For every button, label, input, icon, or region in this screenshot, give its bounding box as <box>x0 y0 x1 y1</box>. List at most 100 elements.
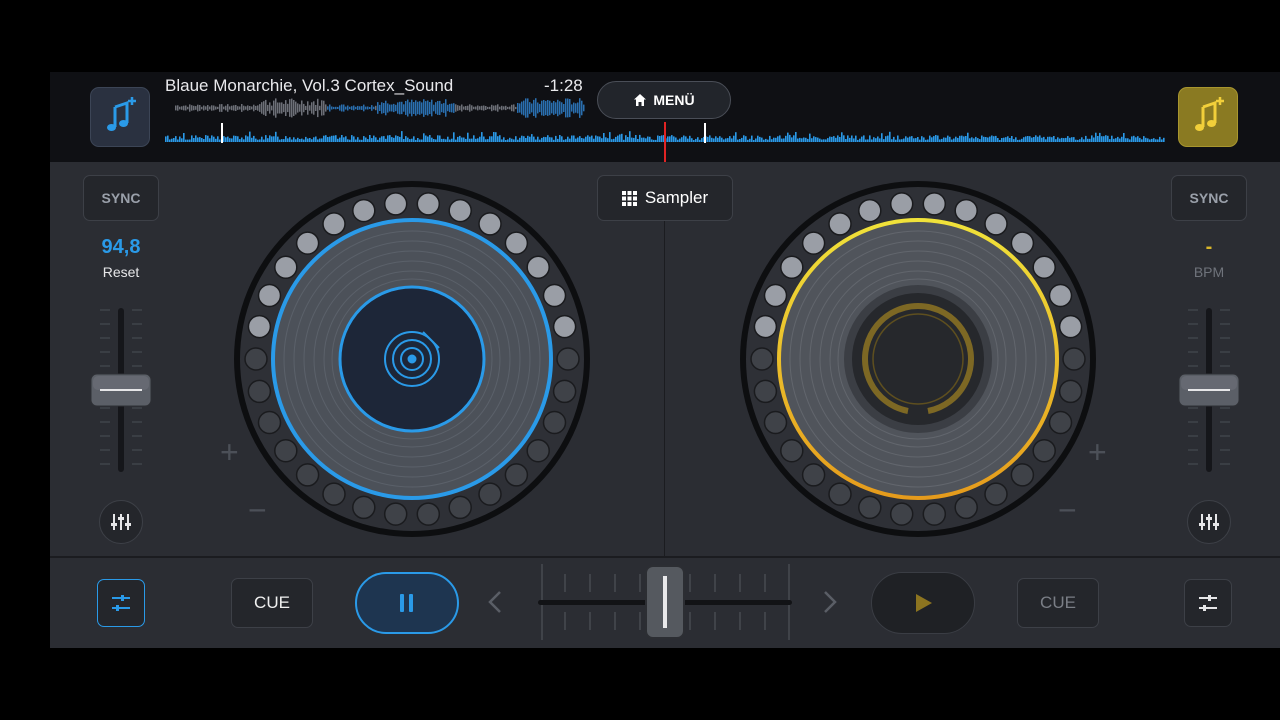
waveform-bar <box>707 136 709 142</box>
waveform-bar <box>513 104 515 112</box>
waveform-bar <box>643 137 645 142</box>
waveform-bar <box>373 135 375 142</box>
pitch-minus-right-icon[interactable]: − <box>1058 494 1077 526</box>
waveform-bar <box>203 105 205 111</box>
waveform-bar <box>675 137 677 142</box>
grip-bump <box>954 495 978 520</box>
waveform-bar <box>719 136 721 142</box>
waveform-bar <box>979 139 981 142</box>
waveform-bar <box>1019 139 1021 142</box>
waveform-bar <box>379 137 381 142</box>
top-bar: Blaue Monarchie, Vol.3 Cortex_Sound -1:2… <box>50 72 1280 162</box>
grip-bump <box>780 438 804 463</box>
waveform-bar <box>1067 136 1069 142</box>
waveform-bar <box>1123 133 1125 142</box>
eq-right-button[interactable] <box>1187 500 1231 544</box>
waveform-bar <box>445 139 447 142</box>
waveform-bar <box>333 106 335 110</box>
crossfader-handle[interactable] <box>645 565 685 639</box>
waveform-bar <box>797 138 799 142</box>
waveform-bar <box>263 101 265 115</box>
waveform-bar <box>195 106 197 110</box>
fx-right-button[interactable] <box>1184 579 1232 627</box>
grip-bump <box>322 212 346 236</box>
waveform-bar <box>315 136 317 142</box>
waveform-bar <box>255 105 257 110</box>
waveform-bar <box>947 135 949 142</box>
pitch-fader-right[interactable] <box>1178 304 1240 476</box>
turntable-right[interactable] <box>739 180 1097 538</box>
waveform-bar <box>357 105 359 110</box>
cue-right-button[interactable]: CUE <box>1017 578 1099 628</box>
waveform-bar <box>1063 138 1065 142</box>
sampler-button[interactable]: Sampler <box>597 175 733 221</box>
grip-bump <box>858 495 882 520</box>
waveform-bar <box>351 135 353 142</box>
waveform-bar <box>1035 135 1037 142</box>
track-overview-waveform[interactable] <box>175 98 585 118</box>
waveform-bar <box>457 105 459 111</box>
fx-left-button[interactable] <box>97 579 145 627</box>
waveform-bar <box>371 138 373 142</box>
waveform-bar <box>543 100 545 116</box>
play-right-button[interactable] <box>871 572 975 634</box>
waveform-bar <box>409 102 411 114</box>
turntable-left[interactable] <box>233 180 591 538</box>
waveform-bar <box>575 138 577 142</box>
waveform-bar <box>589 136 591 142</box>
waveform-bar <box>505 105 507 111</box>
waveform-bar <box>521 135 523 142</box>
waveform-bar <box>519 103 521 113</box>
menu-button[interactable]: MENÜ <box>597 81 731 119</box>
eq-left-button[interactable] <box>99 500 143 544</box>
waveform-bar <box>485 106 487 110</box>
waveform-bar <box>757 135 759 142</box>
waveform-bar <box>811 138 813 142</box>
waveform-bar <box>985 137 987 142</box>
waveform-bar <box>903 138 905 142</box>
waveform-bar <box>439 100 441 115</box>
waveform-bar <box>469 104 471 112</box>
waveform-bar <box>733 135 735 142</box>
bpm-reset-left-button[interactable]: Reset <box>83 264 159 280</box>
waveform-bar <box>385 138 387 142</box>
waveform-bar <box>851 135 853 142</box>
pause-left-button[interactable] <box>355 572 459 634</box>
add-track-left-button[interactable] <box>90 87 150 147</box>
cue-left-button[interactable]: CUE <box>231 578 313 628</box>
waveform-bar <box>609 132 611 142</box>
grip-bump <box>780 255 804 280</box>
waveform-bar <box>761 137 763 142</box>
waveform-bar <box>355 139 357 142</box>
waveform-bar <box>277 136 279 142</box>
waveform-bar <box>727 138 729 142</box>
waveform-bar <box>335 135 337 142</box>
chevron-left-icon[interactable] <box>488 591 501 613</box>
chevron-right-icon[interactable] <box>824 591 837 613</box>
waveform-bar <box>479 136 481 142</box>
waveform-playhead <box>664 122 666 162</box>
waveform-bar <box>1043 136 1045 142</box>
waveform-bar <box>241 137 243 142</box>
waveform-bar <box>411 138 413 142</box>
waveform-bar <box>403 139 405 142</box>
waveform-bar <box>387 135 389 142</box>
waveform-bar <box>245 106 247 110</box>
add-track-right-button[interactable] <box>1178 87 1238 147</box>
sync-left-button[interactable]: SYNC <box>83 175 159 221</box>
sync-right-button[interactable]: SYNC <box>1171 175 1247 221</box>
pitch-handle-right[interactable] <box>1178 373 1240 407</box>
waveform-bar <box>169 139 171 142</box>
pitch-fader-left[interactable] <box>90 304 152 476</box>
pitch-plus-right-icon[interactable]: + <box>1088 436 1107 468</box>
pitch-handle-left[interactable] <box>90 373 152 407</box>
waveform-bar <box>629 131 631 142</box>
crossfader[interactable] <box>482 562 848 644</box>
waveform-bar <box>815 137 817 142</box>
waveform-bar <box>497 104 499 112</box>
waveform-bar <box>1083 139 1085 142</box>
waveform-bar <box>597 136 599 142</box>
waveform-bar <box>217 106 219 110</box>
waveform-bar <box>261 136 263 142</box>
waveform-bar <box>669 136 671 142</box>
